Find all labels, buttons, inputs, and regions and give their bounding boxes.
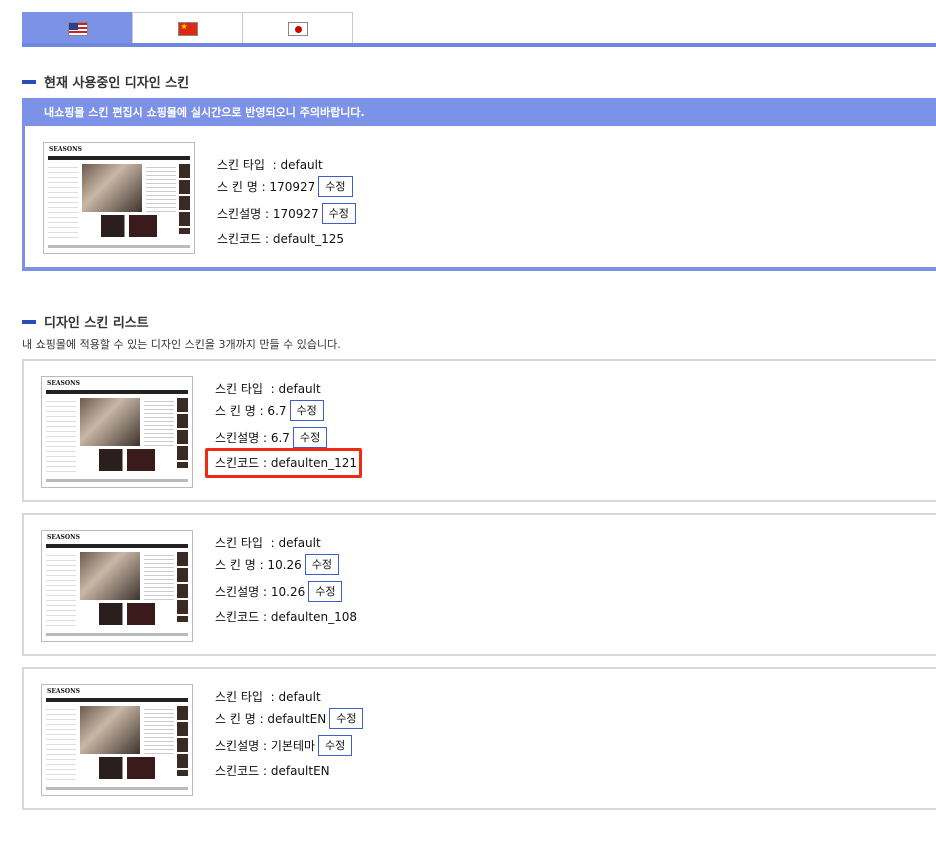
current-skin-notice: 내쇼핑몰 스킨 편집시 쇼핑몰에 실시간으로 반영되오니 주의바랍니다. bbox=[22, 98, 936, 126]
skin-code-label: 스킨코드 bbox=[217, 232, 262, 246]
skin-list-heading: 디자인 스킨 리스트 bbox=[22, 312, 149, 331]
edit-name-button[interactable]: 수정 bbox=[289, 400, 324, 421]
skin-name-value: : 6.7 bbox=[259, 403, 287, 418]
skin-desc-value: : 170927 bbox=[265, 206, 319, 221]
current-skin-heading: 현재 사용중인 디자인 스킨 bbox=[22, 72, 189, 91]
skin-desc-row: 스킨설명 : 6.7 수정 bbox=[215, 427, 328, 448]
skin-type-value: : default bbox=[272, 157, 323, 172]
edit-desc-button[interactable]: 수정 bbox=[318, 735, 353, 756]
skin-desc-value: : 6.7 bbox=[263, 430, 290, 445]
skin-type-value: : default bbox=[270, 535, 321, 550]
skin-name-value: : 10.26 bbox=[259, 557, 302, 572]
skin-type-label: 스킨 타입 bbox=[215, 690, 263, 704]
tab-english[interactable] bbox=[22, 12, 133, 44]
current-skin-title: 현재 사용중인 디자인 스킨 bbox=[44, 76, 190, 91]
skin-name-row: 스 킨 명 : 6.7 수정 bbox=[215, 400, 324, 421]
skin-thumbnail: SEASONS bbox=[41, 684, 193, 796]
edit-name-button[interactable]: 수정 bbox=[304, 554, 340, 575]
skin-name-row: 스 킨 명 : defaultEN 수정 bbox=[215, 708, 364, 729]
skin-type-row: 스킨 타입 : default bbox=[217, 156, 323, 173]
thumb-logo: SEASONS bbox=[47, 380, 80, 387]
skin-type-label: 스킨 타입 bbox=[215, 382, 263, 396]
skin-thumbnail: SEASONS bbox=[41, 530, 193, 642]
edit-desc-button[interactable]: 수정 bbox=[292, 427, 328, 448]
skin-thumbnail: SEASONS bbox=[41, 376, 193, 488]
skin-list-description: 내 쇼핑몰에 적용할 수 있는 디자인 스킨을 3개까지 만들 수 있습니다. bbox=[22, 338, 341, 351]
skin-list-title: 디자인 스킨 리스트 bbox=[44, 316, 149, 331]
thumb-logo: SEASONS bbox=[49, 146, 82, 153]
thumb-logo: SEASONS bbox=[47, 534, 80, 541]
skin-type-label: 스킨 타입 bbox=[217, 158, 265, 172]
skin-name-label: 스 킨 명 bbox=[215, 404, 256, 418]
tab-underline bbox=[22, 43, 936, 47]
china-flag-icon bbox=[177, 21, 198, 36]
skin-type-row: 스킨 타입 : default bbox=[215, 380, 321, 397]
skin-name-label: 스 킨 명 bbox=[217, 180, 258, 194]
skin-desc-label: 스킨설명 bbox=[217, 207, 262, 221]
skin-code-highlight-box bbox=[205, 448, 362, 478]
skin-name-row: 스 킨 명 : 170927 수정 bbox=[217, 176, 353, 197]
heading-bar-icon bbox=[22, 319, 36, 324]
skin-code-value: : defaulten_108 bbox=[263, 609, 357, 624]
language-tabs bbox=[22, 12, 353, 44]
skin-desc-value: : 10.26 bbox=[263, 584, 306, 599]
edit-name-button[interactable]: 수정 bbox=[329, 708, 364, 729]
skin-desc-label: 스킨설명 bbox=[215, 585, 260, 599]
skin-type-row: 스킨 타입 : default bbox=[215, 688, 321, 705]
skin-type-value: : default bbox=[270, 689, 321, 704]
tab-japanese[interactable] bbox=[242, 12, 353, 44]
skin-code-label: 스킨코드 bbox=[215, 610, 260, 624]
skin-desc-row: 스킨설명 : 기본테마 수정 bbox=[215, 735, 353, 756]
skin-code-value: : defaultEN bbox=[263, 763, 330, 778]
skin-type-value: : default bbox=[270, 381, 321, 396]
skin-code-row: 스킨코드 : defaulten_108 bbox=[215, 608, 357, 625]
edit-desc-button[interactable]: 수정 bbox=[321, 203, 356, 224]
skin-name-row: 스 킨 명 : 10.26 수정 bbox=[215, 554, 340, 575]
skin-name-label: 스 킨 명 bbox=[215, 558, 256, 572]
skin-code-row: 스킨코드 : default_125 bbox=[217, 230, 344, 247]
current-skin-thumbnail: SEASONS bbox=[43, 142, 195, 254]
skin-desc-value: : 기본테마 bbox=[263, 739, 316, 753]
skin-desc-row: 스킨설명 : 10.26 수정 bbox=[215, 581, 343, 602]
skin-name-value: : 170927 bbox=[261, 179, 316, 194]
skin-code-value: : default_125 bbox=[265, 231, 344, 246]
notice-text: 내쇼핑몰 스킨 편집시 쇼핑몰에 실시간으로 반영되오니 주의바랍니다. bbox=[44, 106, 365, 119]
skin-type-label: 스킨 타입 bbox=[215, 536, 263, 550]
us-flag-icon bbox=[67, 21, 88, 36]
skin-name-value: : defaultEN bbox=[259, 711, 327, 726]
skin-name-label: 스 킨 명 bbox=[215, 712, 256, 726]
skin-code-label: 스킨코드 bbox=[215, 764, 260, 778]
skin-desc-label: 스킨설명 bbox=[215, 739, 260, 753]
edit-desc-button[interactable]: 수정 bbox=[308, 581, 343, 602]
tab-chinese[interactable] bbox=[132, 12, 243, 44]
skin-desc-label: 스킨설명 bbox=[215, 431, 260, 445]
skin-desc-row: 스킨설명 : 170927 수정 bbox=[217, 203, 356, 224]
heading-bar-icon bbox=[22, 79, 36, 84]
edit-name-button[interactable]: 수정 bbox=[318, 176, 353, 197]
japan-flag-icon bbox=[287, 21, 308, 36]
skin-type-row: 스킨 타입 : default bbox=[215, 534, 321, 551]
skin-code-row: 스킨코드 : defaultEN bbox=[215, 762, 330, 779]
thumb-logo: SEASONS bbox=[47, 688, 80, 695]
current-skin-bottom-border bbox=[22, 267, 936, 271]
